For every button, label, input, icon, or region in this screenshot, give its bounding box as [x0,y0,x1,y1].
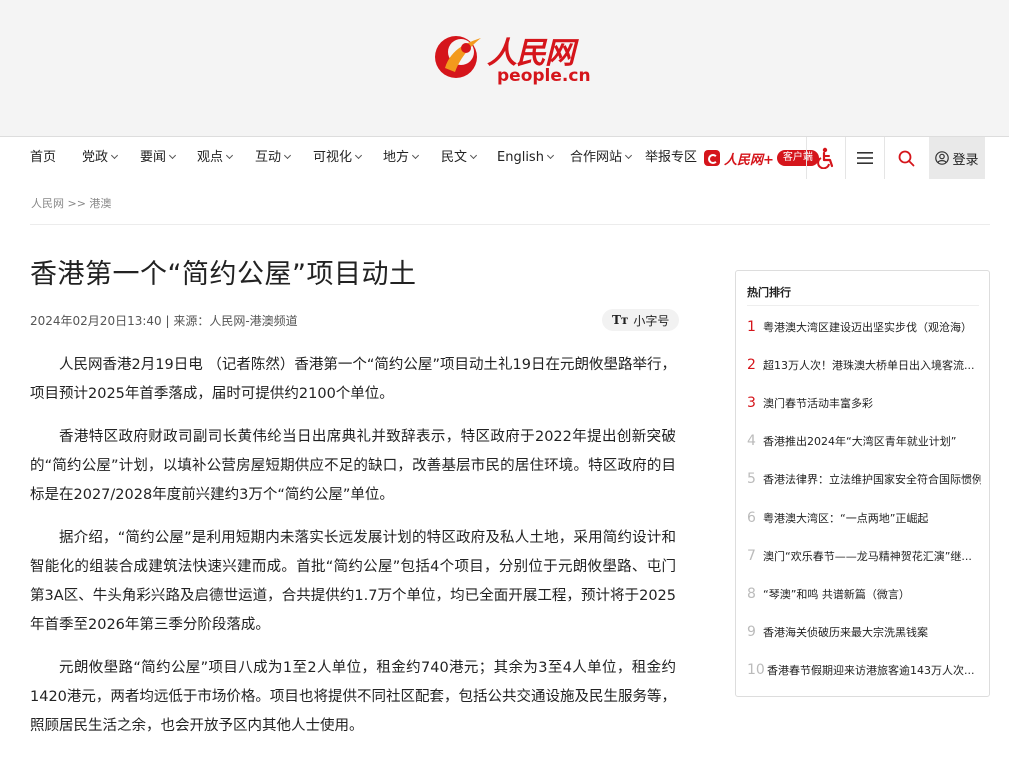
rank-headline: 澳门“欢乐春节——龙马精神贺花汇演”继... [763,550,972,563]
app-name: 人民网+ [724,152,774,168]
nav-item-partner-sites[interactable]: 合作网站 [570,137,633,179]
accessibility-button[interactable] [808,137,844,179]
wheelchair-icon [817,147,834,169]
chevron-down-icon [225,151,234,160]
nav-item-interaction[interactable]: 互动 [255,137,292,179]
rank-headline: 香港春节假期迎来访港旅客逾143万人次... [767,664,975,677]
rank-headline: “琴澳”和鸣 共谱新篇（微言） [763,588,910,601]
nav-label: 要闻 [140,150,167,165]
article-paragraph: 据介绍，“简约公屋”是利用短期内未落实长远发展计划的特区政府及私人土地，采用简约… [30,530,676,633]
nav-label: 首页 [30,150,57,165]
article-paragraph: 人民网香港2月19日电 （记者陈然）香港第一个“简约公屋”项目动土礼19日在元朗… [30,357,676,402]
ranking-item[interactable]: 1 粤港澳大湾区建设迈出坚实步伐（观沧海） [747,319,981,339]
nav-label: 举报专区 [645,150,698,165]
menu-button[interactable] [846,137,884,179]
rank-headline: 粤港澳大湾区建设迈出坚实步伐（观沧海） [763,321,972,334]
ranking-item[interactable]: 9 香港海关侦破历来最大宗洗黑钱案 [747,624,981,644]
hamburger-menu-icon [857,152,873,164]
ranking-item[interactable]: 2 超13万人次！港珠澳大桥单日出入境客流... [747,357,981,377]
people-cn-logo[interactable]: 人民网 people.cn [431,26,591,90]
search-icon [898,150,914,166]
font-size-icon: Tт [612,313,629,327]
nav-label: 可视化 [313,150,353,165]
ranking-item[interactable]: 7 澳门“欢乐春节——龙马精神贺花汇演”继... [747,548,981,568]
hot-ranking-title: 热门排行 [747,286,791,299]
rank-number: 10 [747,662,765,678]
article-meta: 2024年02月20日13:40 | 来源：人民网-港澳频道 [30,314,298,328]
rank-headline: 粤港澳大湾区：“一点两地”正崛起 [763,512,929,525]
login-label: 登录 [952,152,979,168]
login-button[interactable]: 登录 [929,137,985,179]
rank-headline: 香港推出2024年“大湾区青年就业计划” [763,435,957,448]
chevron-down-icon [411,151,420,160]
nav-item-party-gov[interactable]: 党政 [82,137,119,179]
app-client-link[interactable]: 人民网+ 客户端 [704,148,819,168]
search-button[interactable] [886,137,926,179]
logo-mark-icon [435,36,481,78]
rank-number: 4 [747,433,756,449]
ranking-item[interactable]: 5 香港法律界：立法维护国家安全符合国际惯例 [747,471,981,491]
nav-label: English [497,150,544,165]
nav-item-home[interactable]: 首页 [30,137,56,179]
rank-number: 1 [747,319,756,335]
ranking-item[interactable]: 10 香港春节假期迎来访港旅客逾143万人次... [747,662,981,682]
rank-number: 6 [747,510,756,526]
nav-item-ethnic-lang[interactable]: 民文 [441,137,478,179]
hot-ranking-panel: 热门排行 1 粤港澳大湾区建设迈出坚实步伐（观沧海） 2 超13万人次！港珠澳大桥单… [735,270,990,697]
article-body: 人民网香港2月19日电 （记者陈然）香港第一个“简约公屋”项目动土礼19日在元朗… [30,351,676,755]
chevron-down-icon [354,151,363,160]
logo-text-en: people.cn [497,66,591,86]
ranking-item[interactable]: 3 澳门春节活动丰富多彩 [747,395,981,415]
rank-number: 2 [747,357,756,373]
nav-label: 民文 [441,150,468,165]
rank-headline: 香港法律界：立法维护国家安全符合国际惯例 [763,473,981,486]
main-nav: 首页 党政 要闻 观点 互动 可视化 地方 民文 English 合作网站 举报… [0,136,1009,179]
nav-item-report-zone[interactable]: 举报专区 [645,137,697,179]
article-title: 香港第一个“简约公屋”项目动土 [30,259,417,290]
chevron-down-icon [110,151,119,160]
rank-headline: 超13万人次！港珠澳大桥单日出入境客流... [763,359,975,372]
app-logo-icon [704,150,720,166]
nav-item-english[interactable]: English [497,137,554,179]
font-size-label: 小字号 [633,313,670,328]
font-size-toggle-button[interactable]: Tт 小字号 [602,309,680,331]
rank-headline: 香港海关侦破历来最大宗洗黑钱案 [763,626,928,639]
rank-number: 3 [747,395,756,411]
divider [30,224,990,225]
nav-label: 党政 [82,150,109,165]
ranking-item[interactable]: 4 香港推出2024年“大湾区青年就业计划” [747,433,981,453]
divider [747,305,979,306]
rank-number: 8 [747,586,756,602]
rank-number: 5 [747,471,756,487]
nav-divider [884,137,885,179]
chevron-down-icon [469,151,478,160]
nav-item-opinion[interactable]: 观点 [197,137,234,179]
nav-label: 地方 [383,150,410,165]
ranking-item[interactable]: 8 “琴澳”和鸣 共谱新篇（微言） [747,586,981,606]
nav-item-visualization[interactable]: 可视化 [313,137,363,179]
user-icon [935,151,950,165]
rank-number: 9 [747,624,756,640]
rank-headline: 澳门春节活动丰富多彩 [763,397,873,410]
nav-divider [806,137,807,179]
breadcrumb[interactable]: 人民网 >> 港澳 [31,195,111,211]
chevron-down-icon [168,151,177,160]
nav-label: 互动 [255,150,282,165]
chevron-down-icon [624,151,633,160]
ranking-item[interactable]: 6 粤港澳大湾区：“一点两地”正崛起 [747,510,981,530]
top-banner: 人民网 people.cn [0,0,1009,136]
rank-number: 7 [747,548,756,564]
nav-label: 合作网站 [570,150,623,165]
article-paragraph: 元朗攸壆路“简约公屋”项目八成为1至2人单位，租金约740港元；其余为3至4人单… [30,660,676,734]
chevron-down-icon [283,151,292,160]
nav-label: 观点 [197,150,224,165]
chevron-down-icon [546,151,554,160]
nav-item-news[interactable]: 要闻 [140,137,177,179]
nav-item-local[interactable]: 地方 [383,137,420,179]
article-paragraph: 香港特区政府财政司副司长黄伟纶当日出席典礼并致辞表示，特区政府于2022年提出创… [30,429,676,503]
